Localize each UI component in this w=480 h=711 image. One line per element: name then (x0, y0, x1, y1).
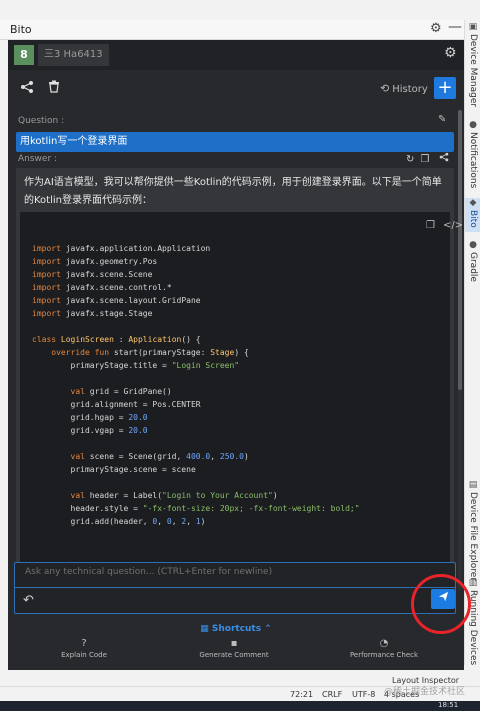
shortcut-explain-code[interactable]: ? Explain Code (24, 638, 144, 659)
settings-icon[interactable]: ⚙ (444, 45, 457, 61)
scrollbar-thumb[interactable] (458, 110, 462, 390)
answer-intro: 作为AI语言模型，我可以帮你提供一些Kotlin的代码示例，用于创建登录界面。以… (24, 177, 442, 206)
shortcut-row: ? Explain Code ▪ Generate Comment ◔ Perf… (8, 636, 464, 670)
help-circle-icon: ? (81, 638, 87, 649)
edit-icon[interactable]: ✎ (438, 114, 446, 125)
tab-device-manager[interactable]: ▣ Device Manager (465, 22, 480, 107)
comment-icon: ▪ (230, 638, 238, 649)
chat-toolbar: ⟲ History + (8, 70, 464, 110)
gauge-icon: ◔ (379, 638, 389, 649)
tab-device-file-explorer[interactable]: ▤ Device File Explorer (465, 480, 480, 581)
device-manager-icon: ▣ (468, 22, 478, 32)
history-button[interactable]: ⟲ History (380, 82, 428, 95)
ide-window: Bito ⚙ — ▣ Device Manager ● Notification… (0, 0, 480, 711)
shortcuts-toggle[interactable]: ▦ Shortcuts ⌃ (8, 624, 464, 634)
shortcuts-grid-icon: ▦ (200, 624, 209, 634)
new-chat-button[interactable]: + (434, 77, 456, 99)
file-encoding[interactable]: UTF-8 (352, 690, 375, 699)
tab-gradle[interactable]: ● Gradle (465, 240, 480, 282)
code-text: import javafx.application.Application im… (32, 244, 360, 526)
running-devices-icon: ▥ (468, 578, 478, 588)
shortcuts-label: Shortcuts (211, 624, 262, 634)
answer-actions: ↻ ❐ (400, 152, 449, 165)
workspace-name[interactable]: 三3 Ha6413 (38, 44, 109, 66)
code-block: ❐ </> import javafx.application.Applicati… (20, 212, 463, 598)
answer-label: Answer : (18, 154, 58, 164)
tool-window-title: Bito (10, 23, 32, 36)
share-icon[interactable] (20, 80, 34, 98)
question-text: 用kotlin写一个登录界面 (16, 132, 454, 152)
trash-icon[interactable] (48, 80, 60, 97)
copy-code-icon[interactable]: ❐ (426, 220, 435, 231)
shortcut-performance-check[interactable]: ◔ Performance Check (324, 638, 444, 659)
watermark: @稀土掘金技术社区 (384, 687, 466, 697)
tab-bito[interactable]: ◆ Bito (465, 198, 480, 232)
workspace-bar: 8 三3 Ha6413 ⚙ (8, 40, 464, 70)
bell-icon: ● (469, 120, 477, 130)
history-icon: ⟲ (380, 82, 390, 95)
bito-panel: 8 三3 Ha6413 ⚙ ⟲ History + Question : ✎ 用k… (8, 40, 464, 670)
annotation-circle (411, 574, 471, 634)
share-answer-icon[interactable] (435, 152, 448, 165)
line-separator[interactable]: CRLF (322, 690, 342, 699)
code-actions: ❐ </> (418, 220, 463, 231)
input-divider (15, 587, 455, 588)
history-label: History (392, 84, 428, 95)
question-input[interactable]: Ask any technical question... (CTRL+Ente… (14, 562, 456, 614)
right-tool-strip: ▣ Device Manager ● Notifications ◆ Bito … (464, 20, 480, 665)
elephant-icon: ● (469, 240, 477, 250)
regenerate-icon[interactable]: ↻ (406, 154, 414, 165)
gear-icon[interactable]: ⚙ (430, 21, 442, 36)
question-label: Question : (18, 116, 65, 126)
os-taskbar: 18:51 (0, 701, 480, 711)
copy-icon[interactable]: ❐ (420, 154, 429, 165)
bito-icon: ◆ (469, 198, 477, 208)
answer-box: 作为AI语言模型，我可以帮你提供一些Kotlin的代码示例，用于创建登录界面。以… (16, 168, 463, 598)
minimize-icon[interactable]: — (448, 19, 462, 35)
taskbar-clock: 18:51 (438, 701, 459, 709)
code-view-icon[interactable]: </> (443, 220, 463, 231)
shortcut-generate-comment[interactable]: ▪ Generate Comment (174, 638, 294, 659)
undo-icon[interactable]: ↶ (23, 593, 34, 608)
tab-notifications[interactable]: ● Notifications (465, 120, 480, 188)
tool-window-header: Bito ⚙ — (0, 19, 464, 40)
input-placeholder: Ask any technical question... (CTRL+Ente… (25, 567, 273, 577)
chevron-up-icon: ⌃ (264, 624, 272, 634)
avatar[interactable]: 8 (14, 45, 34, 65)
cursor-position[interactable]: 72:21 (290, 690, 313, 699)
file-explorer-icon: ▤ (468, 480, 478, 490)
